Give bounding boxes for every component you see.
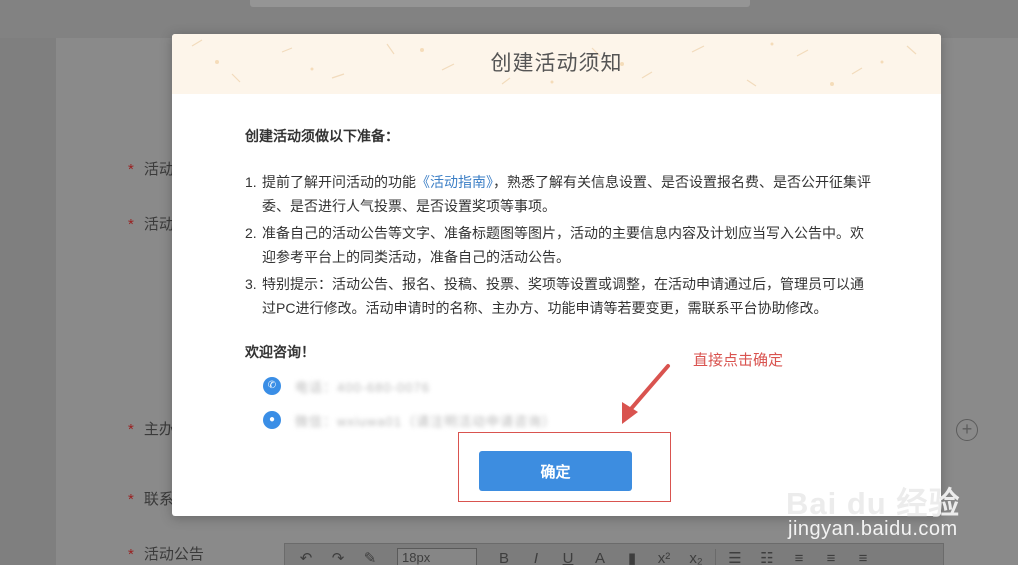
phone-icon: ✆	[263, 377, 281, 395]
baidu-watermark-url: jingyan.baidu.com	[788, 518, 958, 540]
font-size-select[interactable]: 18px	[397, 548, 477, 565]
phone-text: 电话：400-680-0076	[295, 379, 430, 395]
align-right-icon[interactable]: ≡	[850, 550, 876, 565]
form-label-announcement: * 活动公告	[128, 546, 204, 563]
format-brush-icon[interactable]: ✎	[357, 549, 383, 565]
baidu-watermark-logo: Bai du 经验	[786, 486, 961, 521]
annotation-text: 直接点击确定	[693, 352, 784, 369]
indent-icon[interactable]: ☰	[722, 549, 748, 565]
dialog-header: 创建活动须知	[172, 34, 941, 94]
contact-phone: ✆ 电话：400-680-0076	[263, 376, 875, 396]
italic-button[interactable]: I	[523, 550, 549, 565]
form-label-contact: * 联系	[128, 491, 174, 508]
activity-guide-link[interactable]: 《活动指南》	[416, 174, 493, 190]
intro-heading: 创建活动须做以下准备：	[245, 128, 399, 144]
form-label-row2: * 活动	[128, 216, 174, 233]
dialog-body: 创建活动须做以下准备： 1. 提前了解开问活动的功能《活动指南》，熟悉了解有关信…	[245, 126, 875, 444]
list-item: 2. 准备自己的活动公告等文字、准备标题图等图片，活动的主要信息内容及计划应当写…	[245, 225, 864, 265]
align-left-icon[interactable]: ≡	[786, 550, 812, 565]
underline-button[interactable]: U	[555, 550, 581, 565]
form-label-organizer: * 主办	[128, 421, 174, 438]
list-icon[interactable]: ☷	[754, 549, 780, 565]
superscript-button[interactable]: x²	[651, 550, 677, 565]
annotation-highlight-box	[458, 432, 671, 502]
editor-toolbar: ↶ ↷ ✎ 18px B I U A ▮ x² x₂ ☰ ☷ ≡ ≡ ≡	[284, 543, 944, 565]
add-organizer-icon[interactable]: +	[956, 419, 978, 441]
redo-icon[interactable]: ↷	[325, 549, 351, 565]
font-color-button[interactable]: A	[587, 550, 613, 565]
bold-button[interactable]: B	[491, 550, 517, 565]
wechat-text: 微信：wxiuwa01（请注明活动申请咨询）	[295, 413, 557, 429]
undo-icon[interactable]: ↶	[293, 549, 319, 565]
contact-wechat: ● 微信：wxiuwa01（请注明活动申请咨询）	[263, 410, 875, 430]
subscript-button[interactable]: x₂	[683, 550, 709, 565]
toolbar-divider	[715, 549, 716, 565]
dialog-title: 创建活动须知	[490, 52, 623, 75]
highlight-icon[interactable]: ▮	[619, 549, 645, 565]
align-center-icon[interactable]: ≡	[818, 550, 844, 565]
list-item: 1. 提前了解开问活动的功能《活动指南》，熟悉了解有关信息设置、是否设置报名费、…	[245, 174, 871, 214]
form-label-row1: * 活动	[128, 161, 174, 178]
top-strip	[250, 0, 750, 7]
annotation-arrow-icon	[622, 364, 670, 424]
wechat-icon: ●	[263, 411, 281, 429]
list-item: 3. 特别提示：活动公告、报名、投稿、投票、奖项等设置或调整，在活动申请通过后，…	[245, 276, 864, 316]
